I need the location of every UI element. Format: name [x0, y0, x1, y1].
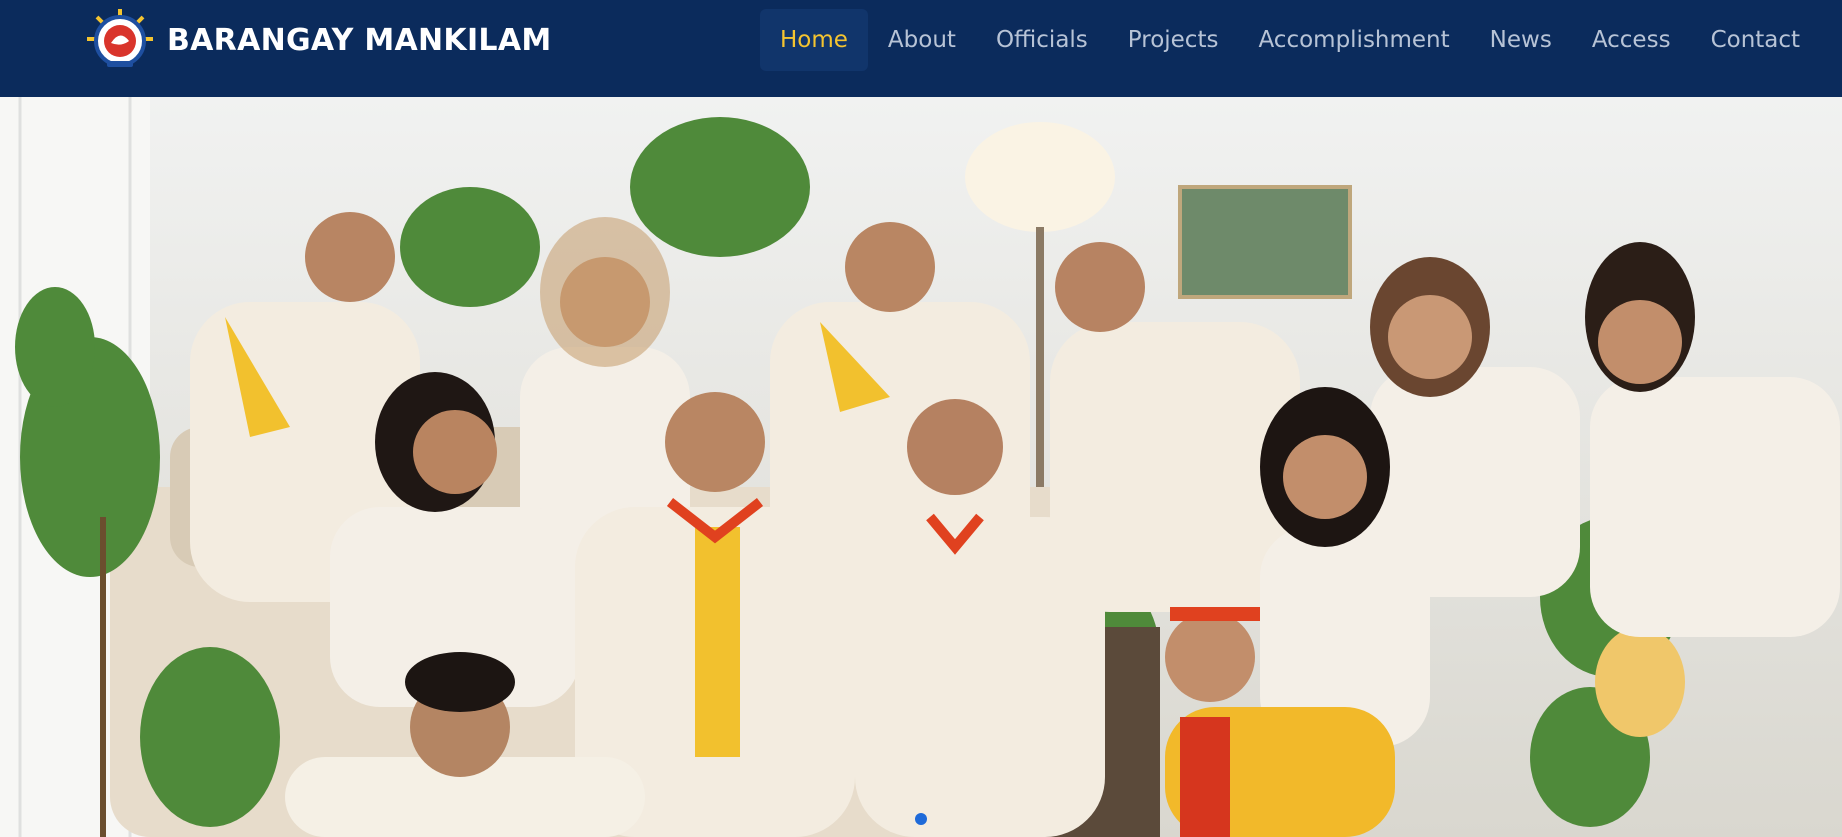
- nav-home[interactable]: Home: [760, 9, 868, 71]
- nav-officials[interactable]: Officials: [976, 9, 1108, 71]
- nav-accomplishment[interactable]: Accomplishment: [1238, 9, 1469, 71]
- carousel-indicator-dot[interactable]: [915, 813, 927, 825]
- top-navbar: BARANGAY MANKILAM Home About Officials P…: [0, 0, 1842, 97]
- nav-contact[interactable]: Contact: [1691, 9, 1820, 71]
- nav-news[interactable]: News: [1470, 9, 1572, 71]
- hero-carousel: [0, 97, 1842, 837]
- nav-about[interactable]: About: [868, 9, 976, 71]
- barangay-seal-logo-icon: [83, 3, 157, 77]
- brand-name: BARANGAY MANKILAM: [167, 22, 552, 58]
- hero-group-photo: [0, 97, 1842, 837]
- main-navigation: Home About Officials Projects Accomplish…: [760, 9, 1820, 71]
- carousel-indicators: [0, 813, 1842, 825]
- nav-projects[interactable]: Projects: [1108, 9, 1239, 71]
- nav-access[interactable]: Access: [1572, 9, 1691, 71]
- brand[interactable]: BARANGAY MANKILAM: [83, 2, 552, 78]
